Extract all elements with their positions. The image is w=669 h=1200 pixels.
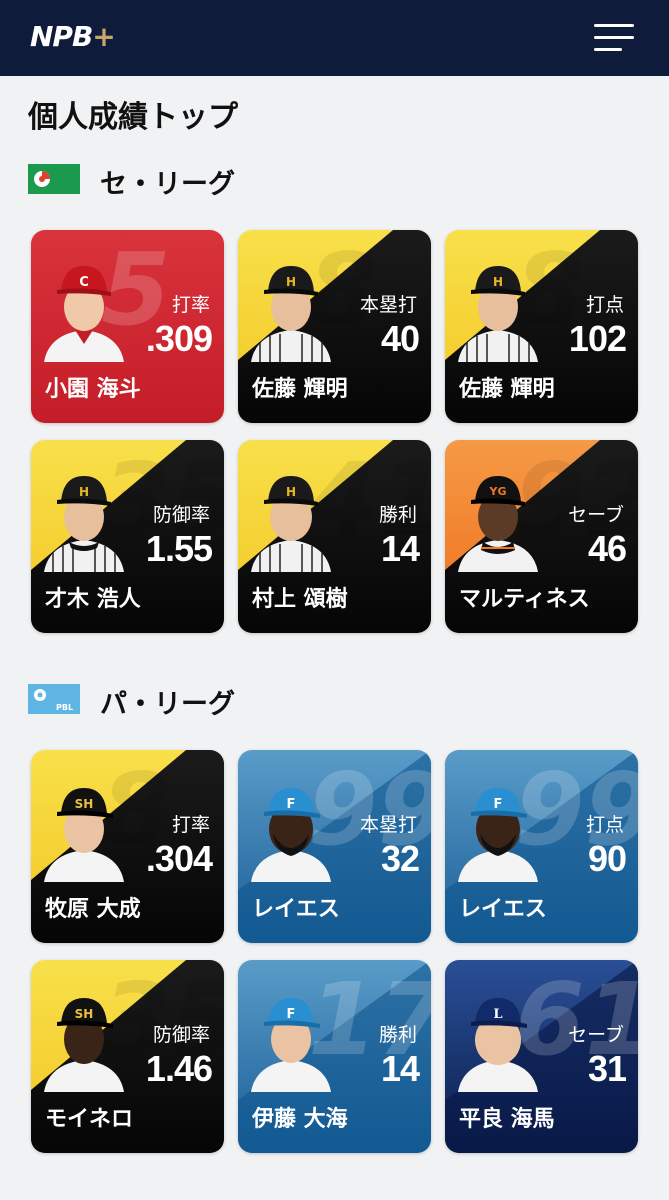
svg-text:L: L (493, 1007, 502, 1022)
player-photo: H (251, 266, 331, 362)
stat-value: 32 (380, 838, 420, 879)
player-name: 伊藤 大海 (252, 1107, 348, 1132)
pacific-saves-card[interactable]: 61 L セーブ 31 平良 海馬 (445, 960, 638, 1153)
stat-value: 102 (568, 318, 627, 359)
central-home-runs-card[interactable]: 8 H 本塁打 40 佐藤 輝明 (238, 230, 431, 423)
central-rbi-card[interactable]: 8 H 打点 102 佐藤 輝明 (445, 230, 638, 423)
svg-text:YG: YG (489, 485, 507, 498)
stat-category: 打率 (171, 814, 210, 836)
player-photo: H (44, 476, 124, 572)
svg-text:F: F (287, 1007, 296, 1022)
pacific-home-runs-card[interactable]: 99 F 本塁打 32 レイエス (238, 750, 431, 943)
stat-value: .304 (145, 838, 213, 879)
stat-value: 1.55 (145, 528, 213, 569)
stat-value: 1.46 (145, 1048, 213, 1089)
page-title: 個人成績トップ (28, 100, 238, 135)
stat-value: 40 (380, 318, 420, 359)
player-photo: F (458, 788, 538, 882)
player-name: 佐藤 輝明 (252, 377, 348, 402)
player-photo: L (458, 998, 538, 1092)
player-name: レイエス (459, 897, 547, 922)
svg-text:H: H (286, 485, 296, 499)
player-name: 牧原 大成 (45, 897, 141, 922)
central-wins-card[interactable]: 41 H 勝利 14 村上 頌樹 (238, 440, 431, 633)
player-photo: F (251, 998, 331, 1092)
stat-category: セーブ (568, 1024, 624, 1046)
player-name: マルティネス (459, 587, 590, 612)
svg-text:H: H (79, 485, 89, 499)
player-photo: SH (44, 998, 124, 1092)
player-name: 平良 海馬 (459, 1107, 555, 1132)
pacific-wins-card[interactable]: 17 F 勝利 14 伊藤 大海 (238, 960, 431, 1153)
svg-text:SH: SH (75, 797, 94, 811)
svg-text:H: H (286, 275, 296, 289)
central-era-card[interactable]: 35 H 防御率 1.55 才木 浩人 (31, 440, 224, 633)
hamburger-menu-icon[interactable] (590, 22, 634, 54)
player-photo: F (251, 788, 331, 882)
svg-text:SH: SH (75, 1007, 94, 1021)
stat-category: 打点 (585, 294, 624, 316)
pacific-era-card[interactable]: 35 SH 防御率 1.46 モイネロ (31, 960, 224, 1153)
pacific-batting-average-card[interactable]: 8 SH 打率 .304 牧原 大成 (31, 750, 224, 943)
npb-plus-logo[interactable]: NPB+ (30, 20, 116, 53)
central-league-name: セ・リーグ (100, 169, 235, 200)
player-name: 小園 海斗 (45, 377, 141, 402)
player-name: 佐藤 輝明 (459, 377, 555, 402)
stat-category: セーブ (568, 504, 624, 526)
player-name: 才木 浩人 (45, 587, 141, 612)
stat-category: 本塁打 (359, 294, 417, 316)
central-saves-card[interactable]: 92 YG セーブ 46 マルティネス (445, 440, 638, 633)
player-name: レイエス (252, 897, 340, 922)
player-photo: SH (44, 788, 124, 882)
stat-value: 31 (587, 1048, 627, 1089)
stat-value: 14 (380, 528, 420, 569)
central-league-logo-icon (28, 164, 80, 194)
stat-value: .309 (145, 318, 213, 359)
stat-value: 90 (587, 838, 627, 879)
player-photo: YG (458, 476, 538, 572)
stat-category: 打率 (171, 294, 210, 316)
pacific-league-logo-text: PBL (56, 703, 73, 712)
stat-category: 防御率 (152, 504, 210, 526)
stat-category: 打点 (585, 814, 624, 836)
stat-category: 本塁打 (359, 814, 417, 836)
player-photo: H (458, 266, 538, 362)
central-batting-average-card[interactable]: 5 C 打率 .309 小園 海斗 (31, 230, 224, 423)
svg-text:F: F (494, 797, 503, 812)
player-photo: C (44, 266, 124, 362)
player-name: 村上 頌樹 (252, 587, 348, 612)
player-photo: H (251, 476, 331, 572)
pacific-league-name: パ・リーグ (100, 689, 235, 720)
pacific-rbi-card[interactable]: 99 F 打点 90 レイエス (445, 750, 638, 943)
top-header: NPB+ (0, 0, 669, 76)
stat-category: 勝利 (378, 504, 417, 526)
pacific-league-logo-icon: PBL (28, 684, 80, 714)
stat-category: 防御率 (152, 1024, 210, 1046)
stat-category: 勝利 (378, 1024, 417, 1046)
stat-value: 14 (380, 1048, 420, 1089)
player-name: モイネロ (45, 1107, 134, 1132)
svg-text:H: H (493, 275, 503, 289)
svg-text:C: C (79, 275, 89, 290)
svg-text:F: F (287, 797, 296, 812)
stat-value: 46 (587, 528, 627, 569)
